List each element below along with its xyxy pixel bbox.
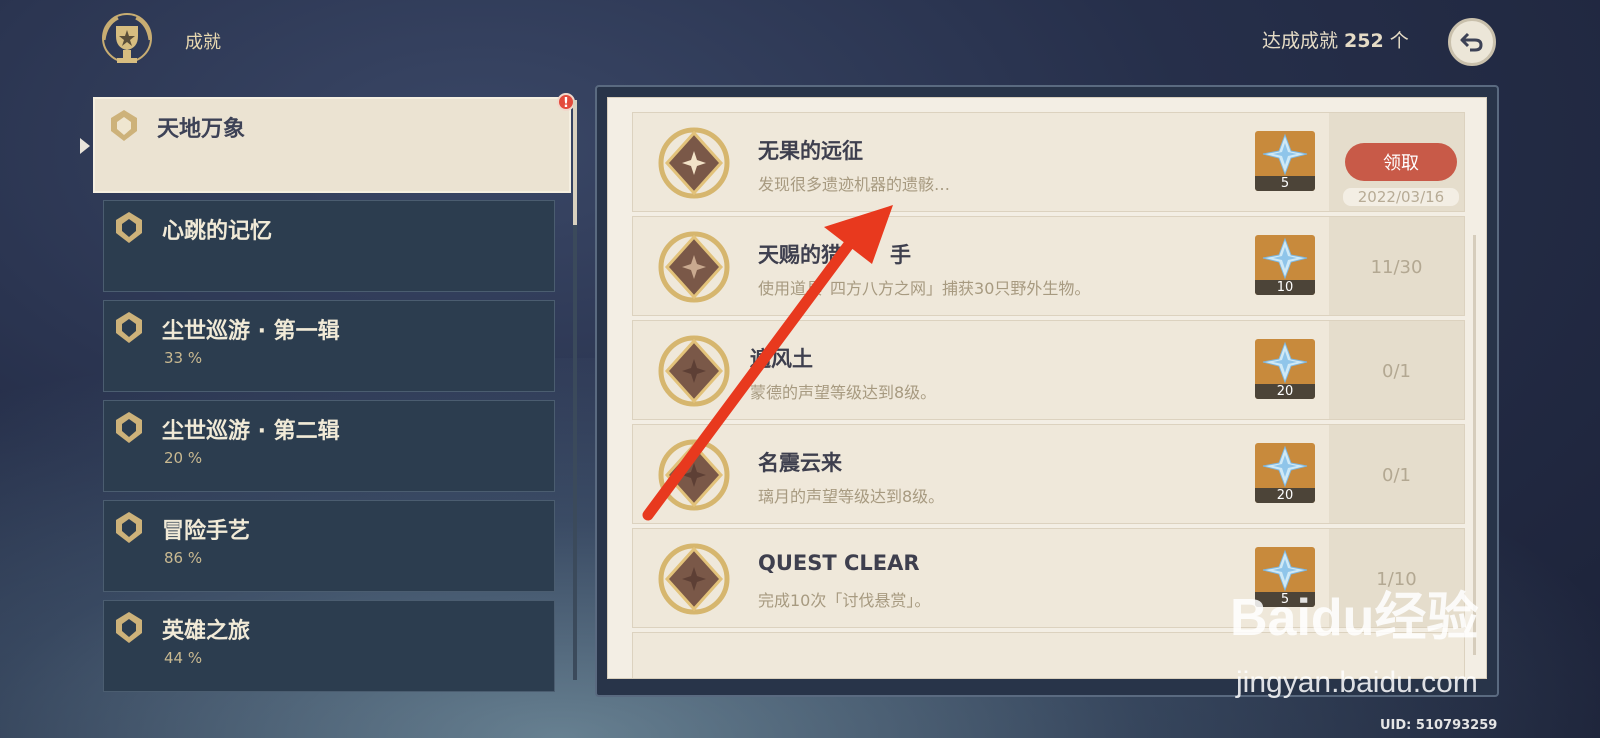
category-item-tiandiwanxiang[interactable]: 天地万象 [93, 97, 571, 193]
category-item-chenshi-1[interactable]: 尘世巡游 · 第一辑 33 % [103, 300, 555, 392]
achievement-row: 名震云来 璃月的声望等级达到8级。 20 0/1 [632, 424, 1465, 524]
primogem-icon [1262, 445, 1308, 488]
reward-amount: 20 [1255, 488, 1315, 503]
achievement-progress: 0/1 [1382, 465, 1411, 486]
achievement-desc: 完成10次「讨伐悬赏」。 [758, 591, 931, 610]
category-badge-icon [111, 110, 137, 141]
title-visible-tail: 遍风土 [750, 347, 813, 371]
achievement-title: QUEST CLEAR [758, 551, 920, 575]
category-badge-icon [116, 312, 142, 343]
desc-visible-part: 使用道具 [758, 279, 823, 298]
achievement-row: 无果的远征 发现很多遗迹机器的遗骸… 5 领取 2022/03/16 [632, 112, 1465, 212]
achievement-medal-icon [658, 231, 730, 303]
category-progress: 86 % [164, 549, 203, 567]
achievement-desc: 发现很多遗迹机器的遗骸… [758, 175, 951, 194]
category-sidebar: 天地万象 心跳的记忆 尘世巡游 · 第一辑 33 % 尘世巡游 · 第二辑 20… [93, 97, 571, 697]
achievement-row: 天赐的猎 手 使用道具 四方八方之网」捕获30只野外生物。 10 11/30 [632, 216, 1465, 316]
primogem-reward: 10 [1255, 235, 1315, 295]
selected-indicator-icon [80, 138, 90, 154]
category-label: 天地万象 [157, 117, 246, 142]
achievement-title: 名震云来 [758, 451, 842, 475]
back-button[interactable] [1448, 18, 1496, 66]
title-visible-part: 天赐的猎 [758, 243, 842, 267]
primogem-reward: 20 [1255, 339, 1315, 399]
category-item-yingxiong[interactable]: 英雄之旅 44 % [103, 600, 555, 692]
achievement-row: 遍风土 蒙德的声望等级达到8级。 20 0/1 [632, 320, 1465, 420]
achievement-medal-icon [658, 543, 730, 615]
achievement-title: 天赐的猎 手 [758, 239, 911, 269]
achievement-count: 达成成就 252 个 [1262, 26, 1409, 53]
category-progress: 20 % [164, 449, 203, 467]
category-badge-icon [116, 412, 142, 443]
primogem-icon [1262, 341, 1308, 384]
category-label: 心跳的记忆 [162, 219, 273, 244]
claim-date: 2022/03/16 [1343, 188, 1459, 206]
category-label: 冒险手艺 [162, 519, 251, 544]
reward-amount: 20 [1255, 384, 1315, 399]
count-label: 达成成就 [1262, 30, 1339, 52]
reward-amount: 5 [1255, 176, 1315, 191]
achievement-title: 遍风土 [750, 343, 813, 373]
reward-amount: 10 [1255, 280, 1315, 295]
achievement-medal-icon [658, 127, 730, 199]
progress-area: 0/1 [1329, 425, 1464, 523]
achievement-desc: 蒙德的声望等级达到8级。 [750, 379, 936, 403]
category-label: 英雄之旅 [162, 619, 251, 644]
primogem-icon [1262, 133, 1308, 176]
category-item-xintiao[interactable]: 心跳的记忆 [103, 200, 555, 292]
category-item-maoxian[interactable]: 冒险手艺 86 % [103, 500, 555, 592]
primogem-icon [1262, 237, 1308, 280]
primogem-reward: 20 [1255, 443, 1315, 503]
category-progress: 33 % [164, 349, 203, 367]
category-label: 尘世巡游 · 第二辑 [162, 419, 340, 444]
progress-area: 0/1 [1329, 321, 1464, 419]
category-badge-icon [116, 512, 142, 543]
achievement-medal-icon [658, 335, 730, 407]
claim-button[interactable]: 领取 [1345, 143, 1457, 181]
baidu-watermark-url: jingyan.baidu.com [1236, 666, 1478, 699]
desc-visible-tail: 蒙德的声望等级达到8级。 [750, 383, 937, 402]
return-arrow-icon [1460, 32, 1483, 52]
claim-area: 领取 2022/03/16 [1329, 113, 1464, 211]
achievement-desc: 璃月的声望等级达到8级。 [758, 487, 945, 506]
progress-area: 11/30 [1329, 217, 1464, 315]
achievement-medal-icon [658, 439, 730, 511]
sidebar-scrollbar-thumb[interactable] [573, 100, 577, 225]
category-progress: 44 % [164, 649, 203, 667]
achievement-desc: 使用道具 四方八方之网」捕获30只野外生物。 [758, 275, 1090, 299]
user-uid: UID: 510793259 [1380, 718, 1498, 733]
count-value: 252 [1344, 30, 1384, 52]
primogem-reward: 5 [1255, 131, 1315, 191]
achievement-progress: 0/1 [1382, 361, 1411, 382]
category-badge-icon [116, 612, 142, 643]
baidu-watermark-logo: Baidu经验 [1230, 589, 1479, 647]
count-unit: 个 [1389, 30, 1409, 52]
achievement-title: 无果的远征 [758, 139, 863, 163]
category-item-chenshi-2[interactable]: 尘世巡游 · 第二辑 20 % [103, 400, 555, 492]
desc-visible-tail: 四方八方之网」捕获30只野外生物。 [830, 279, 1091, 298]
achievement-progress: 11/30 [1370, 257, 1423, 278]
category-badge-icon [116, 212, 142, 243]
trophy-icon [102, 13, 152, 63]
title-visible-tail: 手 [890, 243, 911, 267]
page-title: 成就 [185, 32, 221, 53]
category-label: 尘世巡游 · 第一辑 [162, 319, 340, 344]
